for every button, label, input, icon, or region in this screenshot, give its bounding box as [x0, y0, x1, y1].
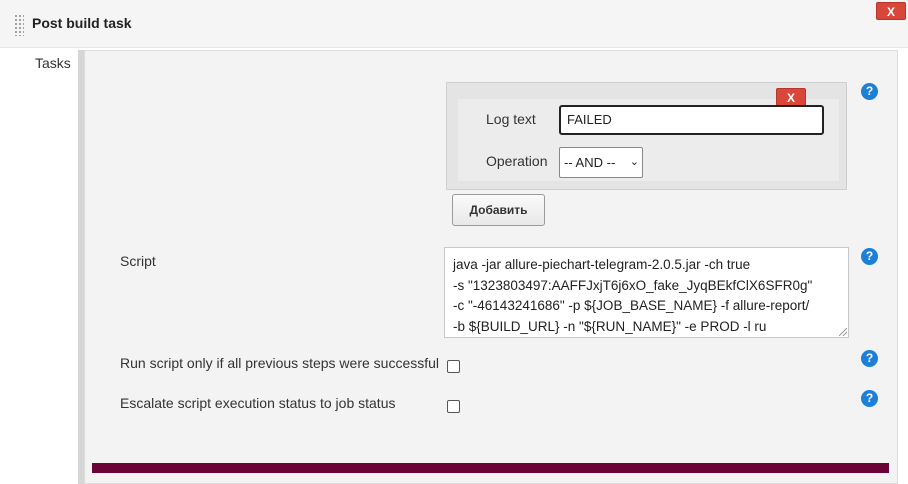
bottom-divider-bar [92, 463, 889, 473]
help-icon[interactable]: ? [861, 248, 878, 265]
resize-handle-icon[interactable] [839, 328, 847, 336]
post-build-task-header: Post build task [0, 0, 908, 48]
operation-select[interactable]: -- AND -- ⌄ [559, 147, 643, 178]
escalate-status-checkbox[interactable] [447, 400, 460, 413]
script-line: -c "-46143241686" -p ${JOB_BASE_NAME} -f… [453, 298, 810, 313]
escalate-status-label: Escalate script execution status to job … [120, 395, 396, 411]
operation-selected-value: -- AND -- [564, 155, 616, 170]
script-line: -b ${BUILD_URL} -n "${RUN_NAME}" -e PROD… [453, 318, 767, 334]
script-line: java -jar allure-piechart-telegram-2.0.5… [453, 257, 751, 272]
operation-label: Operation [486, 153, 548, 169]
help-icon[interactable]: ? [861, 390, 878, 407]
script-line: -s "1323803497:AAFFJxjT6j6xO_fake_JyqBEk… [453, 277, 813, 293]
script-textarea[interactable]: java -jar allure-piechart-telegram-2.0.5… [444, 247, 849, 338]
delete-log-rule-button[interactable]: X [776, 88, 806, 106]
help-icon[interactable]: ? [861, 350, 878, 367]
log-text-input[interactable]: FAILED [559, 105, 824, 135]
drag-handle-icon[interactable] [14, 14, 24, 36]
log-text-label: Log text [486, 111, 536, 127]
run-only-if-success-checkbox[interactable] [447, 360, 460, 373]
delete-post-build-task-button[interactable]: X [876, 2, 906, 20]
tasks-label: Tasks [35, 55, 71, 71]
chevron-down-icon: ⌄ [629, 156, 639, 168]
script-label: Script [120, 253, 156, 269]
help-icon[interactable]: ? [861, 83, 878, 100]
section-title: Post build task [32, 15, 132, 31]
add-button[interactable]: Добавить [452, 194, 545, 226]
run-only-if-success-label: Run script only if all previous steps we… [120, 355, 440, 371]
